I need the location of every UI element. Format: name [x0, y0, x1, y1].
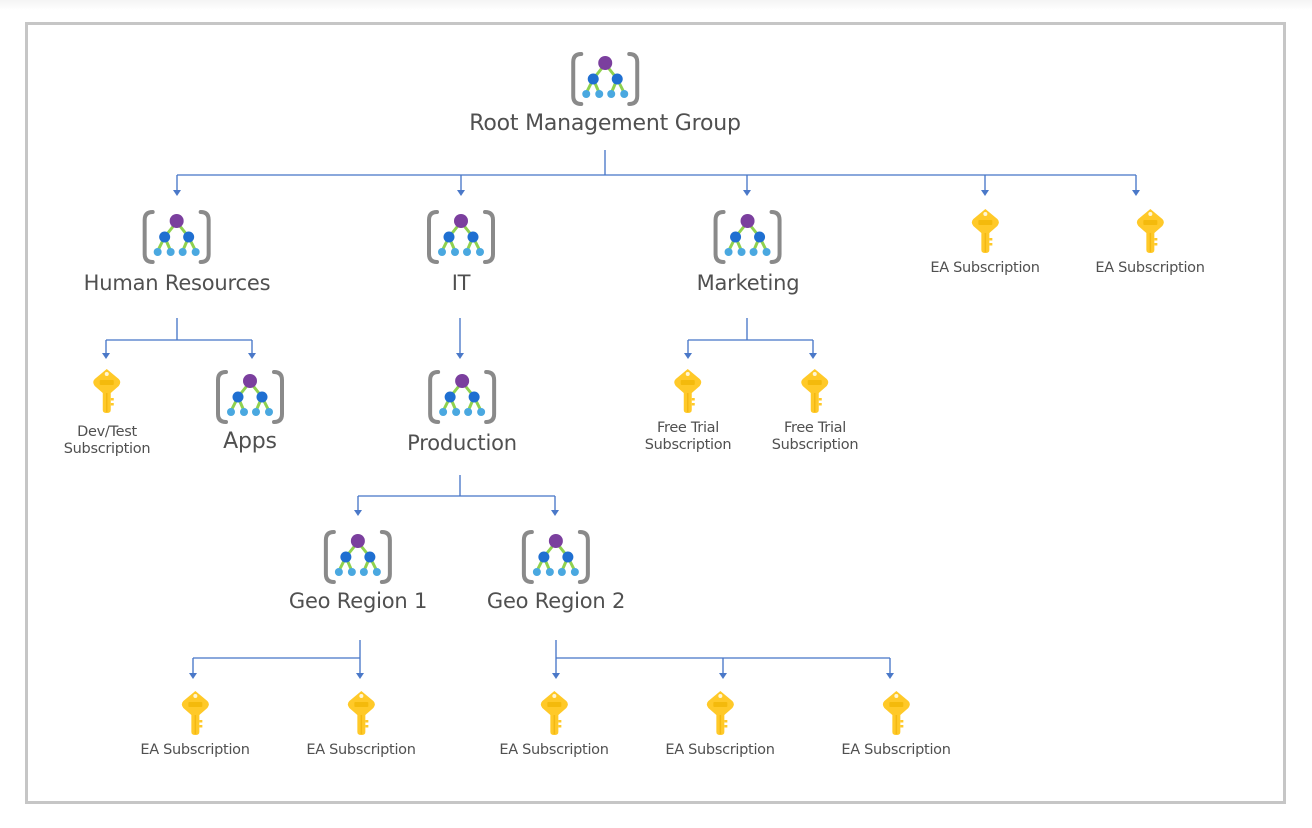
node-geo1-ea-subscription-1[interactable]: EA Subscription — [140, 690, 250, 759]
subscription-key-icon — [180, 690, 210, 736]
node-root-management-group[interactable]: Root Management Group — [469, 50, 741, 137]
subscription-key-icon — [673, 368, 703, 414]
node-geo1-ea-subscription-2[interactable]: EA Subscription — [306, 690, 416, 759]
node-label: Geo Region 1 — [288, 589, 428, 613]
node-it[interactable]: IT — [425, 208, 497, 296]
management-group-icon — [425, 208, 497, 266]
node-label-line2: Subscription — [63, 441, 151, 458]
node-label-line2: Subscription — [771, 437, 859, 454]
subscription-key-icon — [92, 368, 122, 414]
node-label-line1: Dev/Test — [77, 424, 137, 440]
subscription-key-icon — [346, 690, 376, 736]
node-label: EA Subscription — [1095, 260, 1205, 276]
management-group-icon — [214, 368, 286, 426]
node-label: EA Subscription — [665, 742, 775, 758]
subscription-key-icon — [800, 368, 830, 414]
node-root-ea-subscription-1[interactable]: EA Subscription — [930, 208, 1040, 277]
subscription-key-icon — [1135, 208, 1165, 254]
node-label: Root Management Group — [469, 111, 741, 136]
node-label: Geo Region 2 — [486, 589, 626, 613]
subscription-key-icon — [970, 208, 1000, 254]
top-band — [0, 0, 1312, 10]
node-label: Human Resources — [83, 271, 271, 295]
node-geo-region-1[interactable]: Geo Region 1 — [289, 528, 427, 614]
management-group-icon — [712, 208, 784, 266]
management-group-icon — [322, 528, 394, 586]
management-group-icon — [426, 368, 498, 426]
node-geo2-ea-subscription-2[interactable]: EA Subscription — [665, 690, 775, 759]
node-label-line2: Subscription — [644, 437, 732, 454]
node-label: EA Subscription — [841, 742, 951, 758]
node-label: IT — [451, 271, 471, 295]
node-label: EA Subscription — [930, 260, 1040, 276]
node-devtest-subscription[interactable]: Dev/Test Subscription — [64, 368, 151, 459]
node-marketing[interactable]: Marketing — [697, 208, 800, 296]
subscription-key-icon — [539, 690, 569, 736]
node-production[interactable]: Production — [407, 368, 517, 456]
node-label-line1: Free Trial — [656, 420, 719, 436]
node-geo2-ea-subscription-3[interactable]: EA Subscription — [841, 690, 951, 759]
node-label: Production — [407, 431, 517, 455]
node-free-trial-subscription-2[interactable]: Free Trial Subscription — [772, 368, 859, 455]
node-root-ea-subscription-2[interactable]: EA Subscription — [1095, 208, 1205, 277]
management-group-icon — [569, 50, 641, 108]
node-apps[interactable]: Apps — [214, 368, 286, 455]
subscription-key-icon — [881, 690, 911, 736]
node-label: Apps — [223, 429, 277, 454]
node-human-resources[interactable]: Human Resources — [84, 208, 271, 296]
management-group-icon — [141, 208, 213, 266]
subscription-key-icon — [705, 690, 735, 736]
node-geo-region-2[interactable]: Geo Region 2 — [487, 528, 625, 614]
node-label: EA Subscription — [499, 742, 609, 758]
node-label: EA Subscription — [140, 742, 250, 758]
node-label: Marketing — [696, 271, 800, 295]
node-geo2-ea-subscription-1[interactable]: EA Subscription — [499, 690, 609, 759]
management-group-icon — [520, 528, 592, 586]
node-free-trial-subscription-1[interactable]: Free Trial Subscription — [645, 368, 732, 455]
node-label: EA Subscription — [306, 742, 416, 758]
node-label-line1: Free Trial — [783, 420, 846, 436]
